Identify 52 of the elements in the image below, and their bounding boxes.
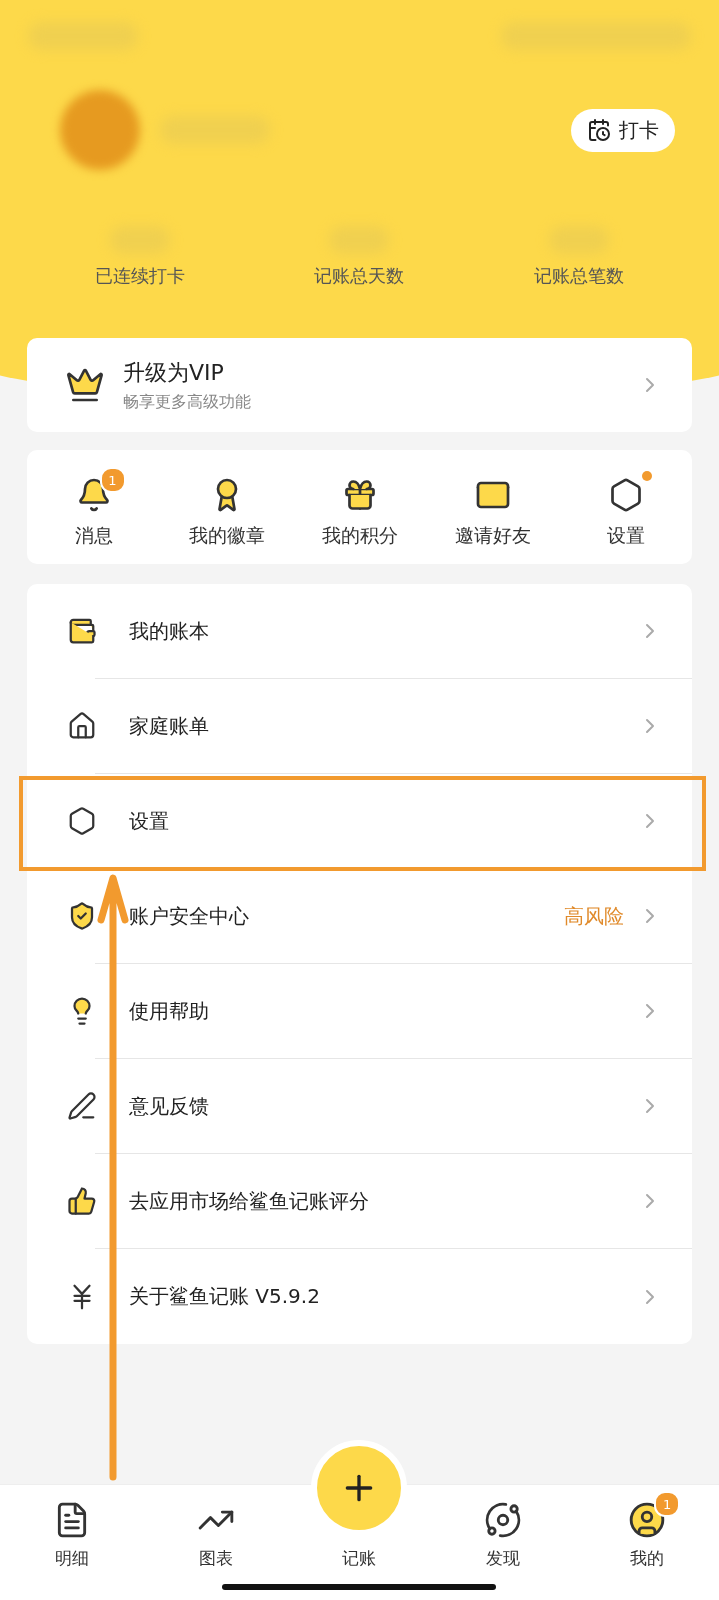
shortcut-item[interactable]: 我的积分 <box>293 461 426 553</box>
menu-label: 家庭账单 <box>129 712 209 740</box>
menu-item[interactable]: 去应用市场给鲨鱼记账评分 <box>27 1154 692 1249</box>
vip-card[interactable]: 升级为VIP 畅享更多高级功能 <box>27 338 692 432</box>
shortcut-item[interactable]: 邀请好友 <box>426 461 559 553</box>
shortcut-label: 我的徽章 <box>188 523 265 548</box>
menu-label: 设置 <box>129 807 169 835</box>
menu-label: 关于鲨鱼记账 V5.9.2 <box>129 1283 320 1310</box>
menu-label: 意见反馈 <box>129 1092 209 1120</box>
house-icon <box>67 711 97 741</box>
notification-badge: 1 <box>99 467 126 493</box>
shortcut-item[interactable]: 我的徽章 <box>160 461 293 553</box>
pen-icon <box>67 1091 97 1121</box>
vip-subtitle: 畅享更多高级功能 <box>123 391 251 413</box>
menu-label: 账户安全中心 <box>129 902 249 930</box>
menu-label: 去应用市场给鲨鱼记账评分 <box>129 1187 369 1215</box>
nav-label: 发现 <box>486 1547 521 1570</box>
nav-tab[interactable]: 图表 <box>143 1485 288 1600</box>
planet-icon <box>484 1501 523 1539</box>
shortcut-item[interactable]: 设置 <box>559 461 692 553</box>
menu-item[interactable]: 意见反馈 <box>27 1059 692 1154</box>
shortcut-label: 我的积分 <box>321 523 398 548</box>
menu-item[interactable]: 使用帮助 <box>27 964 692 1059</box>
nav-tab[interactable]: 发现 <box>431 1485 576 1600</box>
menu-item[interactable]: 家庭账单 <box>27 679 692 774</box>
menu-item[interactable]: 账户安全中心 高风险 <box>27 869 692 964</box>
nav-label: 明细 <box>54 1547 89 1570</box>
calendar-icon <box>587 118 611 142</box>
punch-button[interactable]: 打卡 <box>571 108 675 152</box>
shortcut-item[interactable]: 1 消息 <box>27 461 160 553</box>
nav-label: 我的 <box>630 1547 665 1570</box>
nav-tab[interactable]: 1 我的 <box>575 1485 719 1600</box>
shortcut-label: 设置 <box>606 523 645 548</box>
notification-badge: 1 <box>654 1491 681 1517</box>
risk-label: 高风险 <box>564 902 624 930</box>
stat-label: 记账总笔数 <box>534 264 625 288</box>
vip-title: 升级为VIP <box>123 358 225 387</box>
settings-icon <box>67 806 97 836</box>
nav-label: 记账 <box>342 1547 377 1570</box>
nav-tab[interactable]: 明细 <box>0 1485 144 1600</box>
stat-label: 记账总天数 <box>314 264 405 288</box>
menu-label: 我的账本 <box>129 617 209 645</box>
thumbs-up-icon <box>67 1186 97 1216</box>
menu-label: 使用帮助 <box>129 997 209 1025</box>
menu-item[interactable]: 设置 <box>27 774 692 869</box>
stat-label: 已连续打卡 <box>94 264 185 288</box>
wallet-icon <box>67 616 97 646</box>
shortcut-label: 消息 <box>74 523 113 548</box>
nav-label: 图表 <box>198 1547 233 1570</box>
shortcut-label: 邀请好友 <box>454 523 531 548</box>
menu-item[interactable]: 我的账本 <box>27 584 692 679</box>
menu-item[interactable]: 关于鲨鱼记账 V5.9.2 <box>27 1249 692 1344</box>
